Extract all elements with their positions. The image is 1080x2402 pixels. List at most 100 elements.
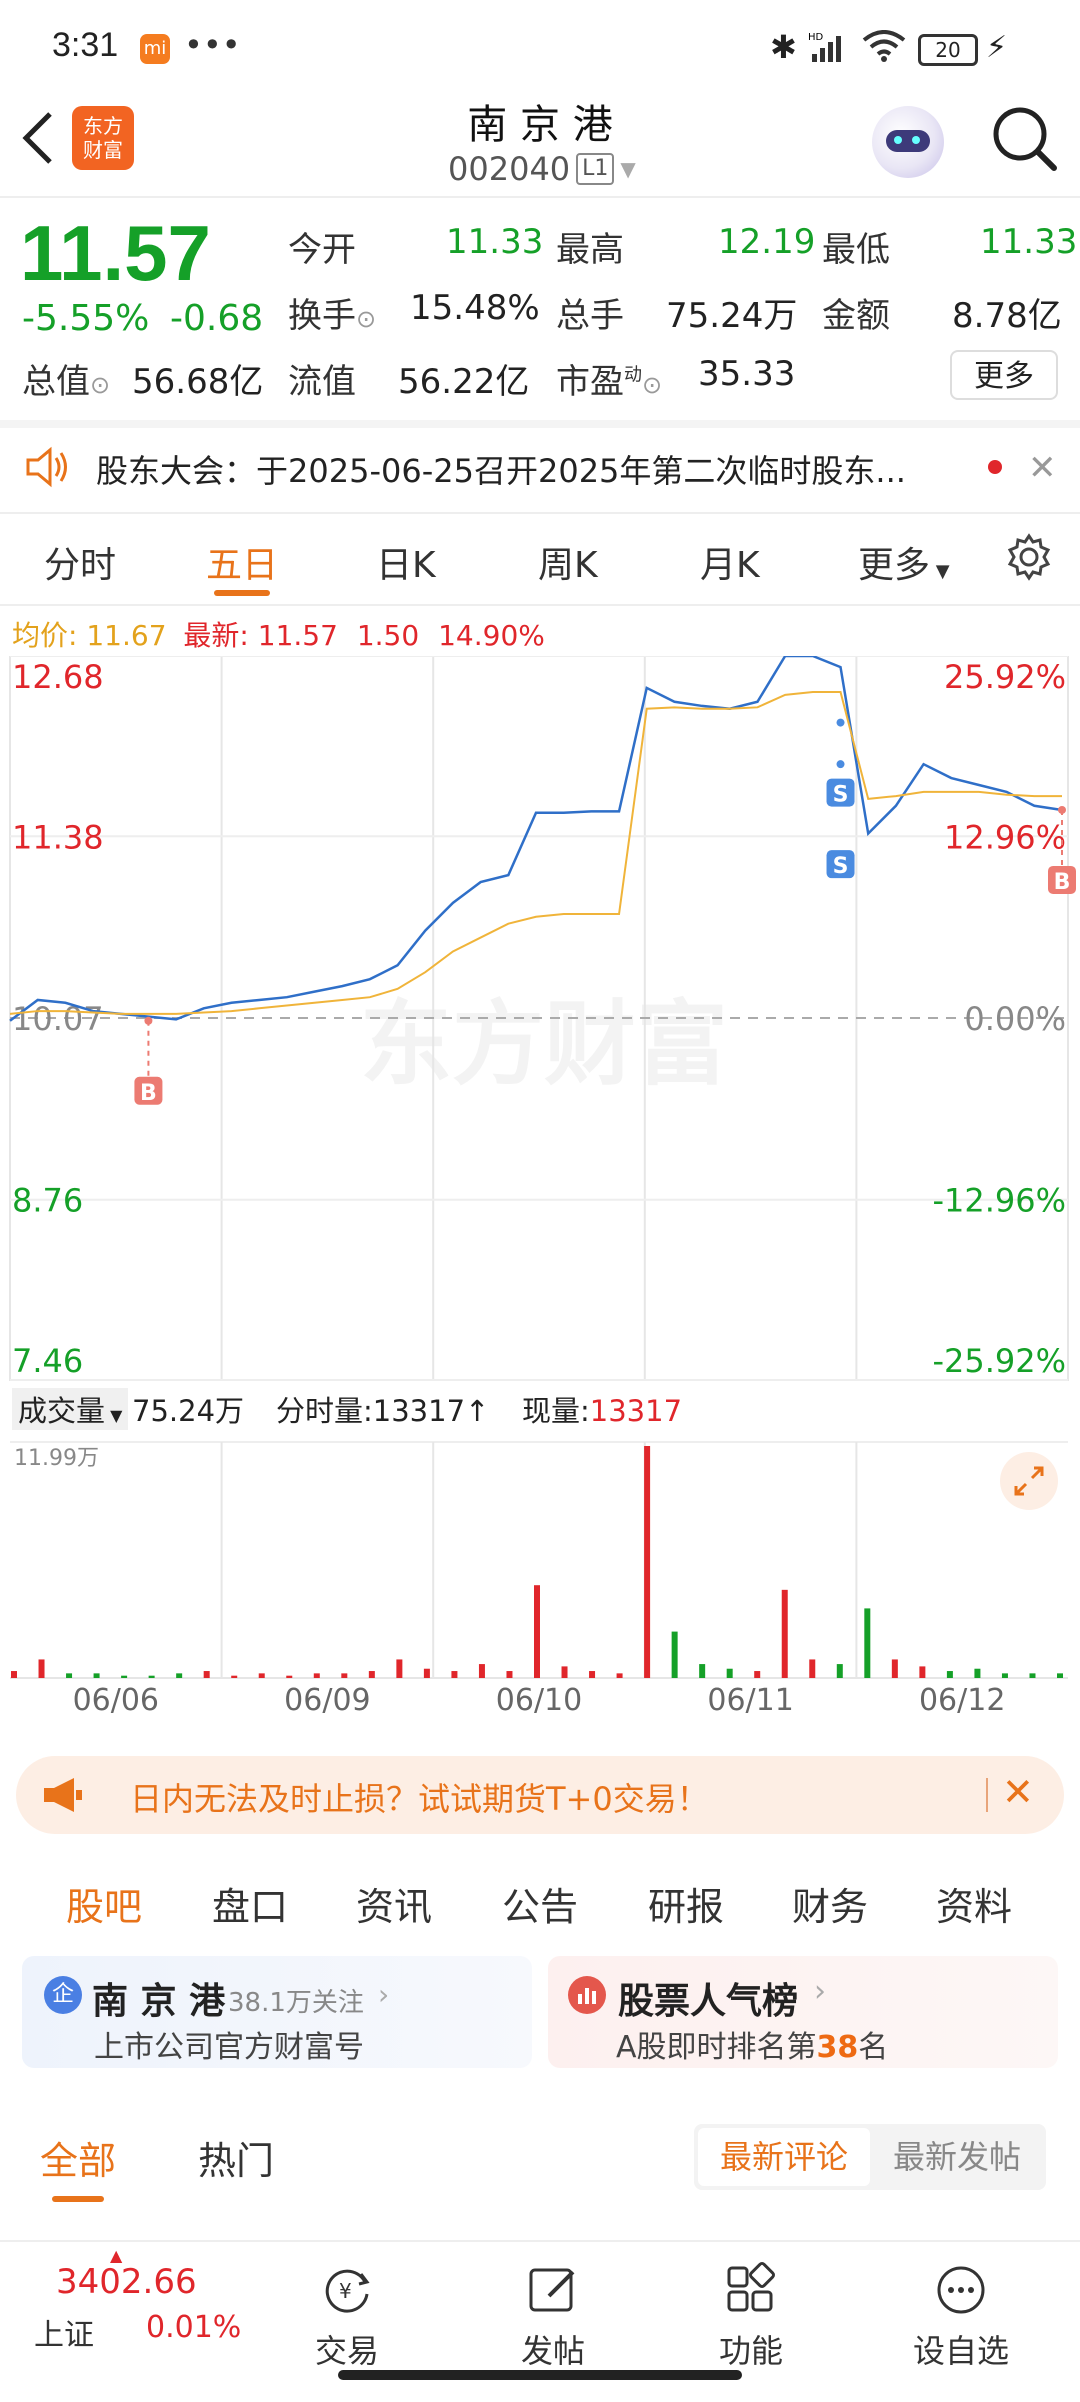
volume-bar [561,1666,568,1678]
turnover-label[interactable]: 换手⊙ [288,288,376,337]
volume-bar [231,1675,238,1678]
tab-monthly-k[interactable]: 月K [700,536,760,588]
volume-label: 总手 [556,296,624,336]
amount-label: 金额 [822,296,890,336]
current-price: 11.57 [20,209,211,297]
tab-finance[interactable]: 财务 [792,1876,868,1931]
price-chart[interactable]: 12.68 25.92% 11.38 12.96% 10.07 0.00% 8.76 -12.… [0,656,1080,1386]
robot-assistant-icon[interactable] [872,106,944,178]
index-value: 3402.66 [56,2262,197,2302]
nav-post[interactable]: 发帖 [478,2262,628,2372]
y-axis-label-left: 10.07 [12,1000,104,1038]
grid-apps-icon [727,2262,775,2312]
stock-code-row[interactable]: 002040 L1 ▼ [448,150,636,188]
volume-selector-label: 成交量 [18,1394,106,1428]
feed-tab-all[interactable]: 全部 [40,2130,116,2185]
now-volume-label: 现量: [522,1394,590,1428]
low-label: 最低 [822,230,890,270]
notice-text[interactable]: 股东大会：于2025-06-25召开2025年第二次临时股东... [96,446,946,492]
promo-banner[interactable]: 日内无法及时止损？试试期货T+0交易！ ✕ [16,1756,1064,1834]
tab-five-day[interactable]: 五日 [206,536,278,588]
volume-bar [589,1671,596,1678]
volume-bar [506,1671,513,1678]
y-axis-label-right: 0.00% [964,1000,1066,1038]
change-value: -0.68 [170,298,264,339]
popularity-rank-suffix: 名 [858,2030,889,2065]
settings-gear-icon[interactable] [1004,532,1054,586]
nav-function[interactable]: 功能 [676,2262,826,2372]
volume-bar [946,1671,953,1678]
company-subtitle: 上市公司官方财富号 [94,2030,364,2065]
volume-selector[interactable]: 成交量 ▼ [12,1388,129,1430]
tab-news[interactable]: 资讯 [356,1876,432,1931]
low-value: 11.33 [980,222,1078,262]
sort-latest-comment[interactable]: 最新评论 [698,2128,870,2186]
latest-diff-pct: 14.90% [438,619,545,652]
nav-watchlist-label: 设自选 [912,2332,1009,2370]
volume-bar [11,1671,17,1678]
tab-pankou[interactable]: 盘口 [212,1876,288,1931]
tab-research[interactable]: 研报 [648,1876,724,1931]
tab-announcements[interactable]: 公告 [502,1876,578,1931]
trade-marker-dot [1058,805,1066,814]
feed-tab-hot[interactable]: 热门 [198,2130,274,2185]
close-icon[interactable]: ✕ [1002,1770,1034,1814]
volume-bar [258,1673,265,1678]
volume-bar [671,1631,678,1678]
trade-marker-label: S [833,854,849,879]
volume-bar [423,1668,430,1678]
company-card[interactable]: 企 南 京 港 38.1万关注 › 上市公司官方财富号 [22,1956,532,2068]
battery-level: 20 [935,38,961,62]
y-axis-label-left: 11.38 [12,818,104,856]
charging-icon: ⚡ [986,30,1008,65]
pe-label-text: 市盈 [556,362,624,402]
volume-bar [451,1671,458,1678]
nav-trade[interactable]: ¥ 交易 [272,2262,422,2372]
x-axis-label: 06/09 [284,1683,370,1716]
volume-bar [176,1673,183,1678]
chevron-down-icon: ▼ [105,1406,123,1425]
amount-value: 8.78亿 [952,296,1062,336]
tab-guba[interactable]: 股吧 [66,1876,142,1931]
more-button[interactable]: 更多 [950,350,1058,400]
market-cap-label[interactable]: 总值⊙ [22,354,110,403]
wifi-icon [862,30,906,66]
popularity-card[interactable]: 股票人气榜 › A股即时排名第38名 [548,1956,1058,2068]
chart-bars-icon [568,1976,606,2014]
volume-bar [616,1673,623,1678]
turnover-value: 15.48% [410,288,540,328]
tab-more[interactable]: 更多 ▼ [858,536,950,588]
sort-latest-post[interactable]: 最新发帖 [872,2128,1042,2186]
tab-intraday[interactable]: 分时 [44,536,116,588]
now-volume: 现量:13317 [522,1388,682,1430]
tab-weekly-k[interactable]: 周K [538,536,598,588]
status-time: 3:31 [52,26,119,64]
pe-label[interactable]: 市盈动⊙ [556,354,662,403]
index-widget[interactable]: ▲ 3402.66 上证 0.01% [0,2244,241,2364]
volume-chart[interactable]: 06/06 06/09 06/10 06/11 06/12 [0,1436,1080,1716]
volume-bar [121,1675,128,1678]
volume-bar [93,1673,100,1678]
index-name: 上证 [34,2318,94,2353]
company-title: 南 京 港 [92,1981,226,2022]
company-badge-icon: 企 [44,1976,82,2014]
price-line [9,656,1063,1022]
company-follow: 38.1万关注 [228,1988,364,2018]
promo-divider [986,1778,988,1812]
volume-bar [368,1671,375,1678]
tab-daily-k[interactable]: 日K [376,536,436,588]
market-cap-value: 56.68亿 [132,362,264,402]
avg-value: 11.67 [86,619,167,652]
nav-watchlist[interactable]: 设自选 [886,2262,1036,2372]
sort-toggle[interactable]: 最新评论 最新发帖 [694,2124,1046,2190]
tab-profile[interactable]: 资料 [936,1876,1012,1931]
stock-code: 002040 [448,150,571,188]
search-icon[interactable] [990,104,1060,178]
volume-bar [341,1673,348,1678]
y-axis-label-right: 12.96% [944,818,1066,856]
volume-bar [286,1675,293,1678]
trade-marker-dot [836,718,845,727]
chevron-down-icon: ▼ [620,157,636,181]
close-icon[interactable]: ✕ [1028,448,1057,488]
volume-bar [836,1664,843,1678]
